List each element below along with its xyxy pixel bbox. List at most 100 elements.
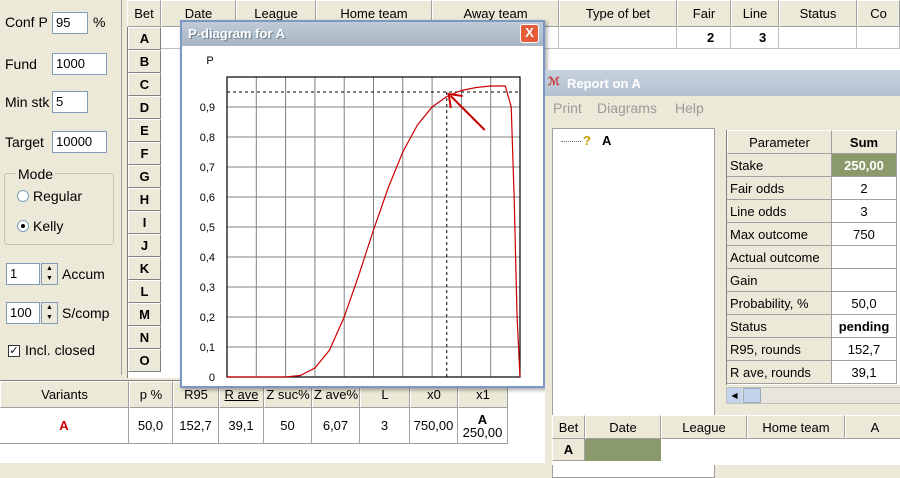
bet-row-header-h[interactable]: H	[128, 188, 161, 211]
report-bet-header-1[interactable]: Date	[585, 415, 661, 439]
param-value[interactable]: pending	[832, 315, 897, 338]
param-value[interactable]: 3	[832, 200, 897, 223]
y-tick-label: 0,2	[200, 312, 215, 324]
spin-down-icon[interactable]: ▼	[42, 313, 57, 323]
report-bet-header-2[interactable]: League	[661, 415, 747, 439]
menu-help[interactable]: Help	[675, 100, 704, 116]
bet-grid-line	[856, 27, 857, 49]
bet-row-header-o[interactable]: O	[128, 349, 161, 372]
bet-row-header-i[interactable]: I	[128, 211, 161, 234]
param-value[interactable]: 152,7	[832, 338, 897, 361]
report-titlebar[interactable]: ℳ Report on A	[545, 70, 900, 96]
target-input[interactable]: 10000	[52, 131, 107, 153]
param-header[interactable]: Parameter	[727, 130, 832, 154]
variants-cell-2[interactable]: 152,7	[173, 408, 219, 444]
param-name: Stake	[727, 154, 832, 177]
close-icon[interactable]: X	[520, 24, 539, 43]
bet-row-header-k[interactable]: K	[128, 257, 161, 280]
spin-up-icon[interactable]: ▲	[42, 264, 57, 274]
param-value[interactable]: 39,1	[832, 361, 897, 384]
report-bet-header-4[interactable]: A	[845, 415, 900, 439]
param-name: Gain	[727, 269, 832, 292]
report-bet-header-3[interactable]: Home team	[747, 415, 845, 439]
param-value[interactable]: 2	[832, 177, 897, 200]
accum-input[interactable]: 1	[6, 263, 40, 285]
bet-row-header-n[interactable]: N	[128, 326, 161, 349]
variants-cell-1[interactable]: 50,0	[129, 408, 173, 444]
y-tick-label: 0,8	[200, 132, 215, 144]
bet-header-5[interactable]: Type of bet	[559, 0, 677, 27]
incl-closed-checkbox[interactable]: ✓	[8, 345, 20, 357]
spin-down-icon[interactable]: ▼	[42, 274, 57, 284]
p-diagram-chart: 0 0,1 0,2 0,3 0,4 0,5 0,6 0,7 0,8 0,9 k0 0 0,1 0,2 0,3…	[182, 46, 543, 386]
param-name: Probability, %	[727, 292, 832, 315]
bet-header-7[interactable]: Line	[731, 0, 779, 27]
param-value[interactable]	[832, 269, 897, 292]
variants-cell-7[interactable]: 750,00	[410, 408, 458, 444]
sum-header[interactable]: Sum	[832, 130, 897, 154]
mode-label: Mode	[16, 165, 56, 183]
bet-row-header-b[interactable]: B	[128, 50, 161, 73]
arrow-icon	[450, 95, 486, 131]
bet-grid-line	[676, 27, 677, 49]
menu-print[interactable]: Print	[553, 100, 582, 116]
x-tick-label: 0,5	[366, 385, 381, 386]
variants-cell-3[interactable]: 39,1	[219, 408, 264, 444]
min-stk-input[interactable]: 5	[52, 91, 88, 113]
tree-item-a[interactable]: A	[602, 133, 611, 148]
bet-row-header-l[interactable]: L	[128, 280, 161, 303]
bet-row-header-g[interactable]: G	[128, 165, 161, 188]
bet-header-0[interactable]: Bet	[127, 0, 161, 27]
accum-label: Accum	[62, 266, 105, 282]
conf-p-unit: %	[93, 14, 106, 30]
variants-cell-0[interactable]: A	[0, 408, 129, 444]
param-value[interactable]: 750	[832, 223, 897, 246]
conf-p-input[interactable]: 95	[52, 12, 88, 34]
scomp-input[interactable]: 100	[6, 302, 40, 324]
y-tick-label: 0,7	[200, 162, 215, 174]
mode-regular-radio[interactable]	[17, 190, 29, 202]
bet-header-8[interactable]: Status	[779, 0, 857, 27]
spin-up-icon[interactable]: ▲	[42, 303, 57, 313]
variants-cell-4[interactable]: 50	[264, 408, 312, 444]
report-bet-row-a[interactable]: A	[552, 439, 585, 461]
param-value[interactable]: 50,0	[832, 292, 897, 315]
incl-closed-label: Incl. closed	[25, 342, 96, 358]
menu-diagrams[interactable]: Diagrams	[597, 100, 657, 116]
bet-row-header-d[interactable]: D	[128, 96, 161, 119]
p-diagram-title: P-diagram for A	[188, 26, 286, 41]
variants-cell-6[interactable]: 3	[360, 408, 410, 444]
y-tick-label: 0,1	[200, 342, 215, 354]
y-tick-label: 0,5	[200, 222, 215, 234]
variants-cell-5[interactable]: 6,07	[312, 408, 360, 444]
scroll-thumb[interactable]	[743, 388, 761, 403]
bet-row-header-m[interactable]: M	[128, 303, 161, 326]
report-bet-selected-cell[interactable]	[585, 439, 661, 461]
variants-header-0[interactable]: Variants	[0, 381, 129, 408]
bet-row-header-a[interactable]: A	[128, 27, 161, 50]
report-window[interactable]: ℳ Report on A Print Diagrams Help ? A Pa…	[545, 70, 900, 478]
bet-header-6[interactable]: Fair	[677, 0, 731, 27]
scomp-spinner[interactable]: ▲ ▼	[41, 302, 58, 324]
accum-spinner[interactable]: ▲ ▼	[41, 263, 58, 285]
bet-row-header-c[interactable]: C	[128, 73, 161, 96]
bet-row-header-e[interactable]: E	[128, 119, 161, 142]
x-tick-label: 0,3	[307, 385, 322, 386]
bet-header-9[interactable]: Co	[857, 0, 900, 27]
report-bet-header-0[interactable]: Bet	[552, 415, 585, 439]
param-value[interactable]	[832, 246, 897, 269]
fund-input[interactable]: 1000	[52, 53, 107, 75]
report-app-icon: ℳ	[548, 76, 560, 88]
param-value[interactable]: 250,00	[832, 154, 897, 177]
variants-cell-8[interactable]: A 250,00	[458, 408, 508, 444]
bet-grid-line	[778, 27, 779, 49]
scroll-left-icon[interactable]: ◀	[727, 388, 742, 403]
p-diagram-window[interactable]: P-diagram for A X 0 0,1 0,2 0,3 0,4 0,5 0,6 0,7…	[180, 20, 545, 388]
bet-row-header-f[interactable]: F	[128, 142, 161, 165]
report-scrollbar[interactable]: ◀	[726, 387, 900, 404]
variants-header-1[interactable]: p %	[129, 381, 173, 408]
bet-row-header-j[interactable]: J	[128, 234, 161, 257]
mode-kelly-radio[interactable]	[17, 220, 29, 232]
mode-regular-label: Regular	[33, 188, 83, 204]
p-diagram-titlebar[interactable]: P-diagram for A	[182, 22, 543, 46]
